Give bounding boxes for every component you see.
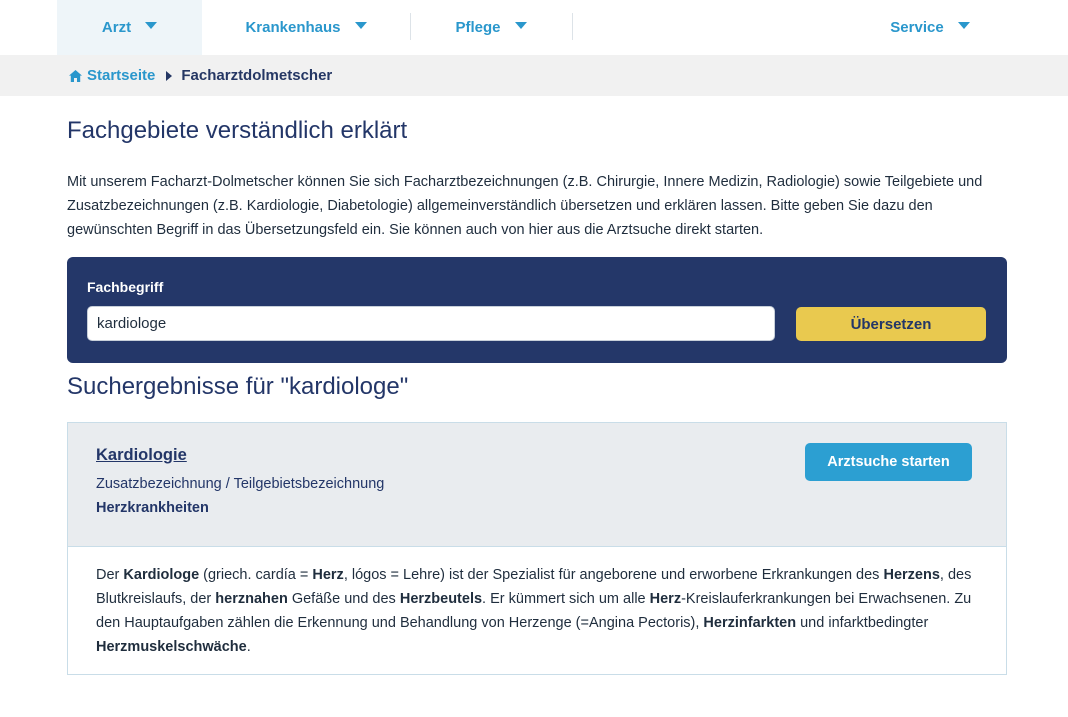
description-text: (griech. cardía = (199, 567, 313, 583)
description-emphasis: Herz (312, 567, 344, 583)
result-type: Zusatzbezeichnung / Teilgebietsbezeichnu… (96, 476, 385, 492)
description-text: Der (96, 567, 124, 583)
caret-down-icon (145, 22, 158, 29)
results-title: Suchergebnisse für "kardiologe" (67, 373, 409, 400)
description-emphasis: Kardiologe (123, 567, 200, 583)
nav-item-label: Krankenhaus (245, 19, 341, 36)
search-label: Fachbegriff (87, 279, 164, 295)
description-emphasis: Herz (649, 591, 682, 607)
description-text: . Er kümmert sich um alle (482, 591, 650, 607)
nav-item-label: Arzt (101, 19, 132, 36)
description-emphasis: Herzmuskelschwäche (96, 639, 247, 655)
search-input[interactable] (87, 306, 775, 341)
result-description: Der Kardiologe (griech. cardía = Herz, l… (96, 563, 976, 659)
description-emphasis: Herzinfarkten (703, 615, 797, 631)
breadcrumb-current: Facharztdolmetscher (181, 67, 333, 84)
intro-text: Mit unserem Facharzt-Dolmetscher können … (67, 174, 983, 238)
nav-item-arzt[interactable]: Arzt (57, 0, 202, 55)
nav-item-krankenhaus[interactable]: Krankenhaus (202, 0, 410, 55)
page-title: Fachgebiete verständlich erklärt (67, 117, 408, 144)
caret-down-icon (514, 22, 527, 29)
nav-item-service[interactable]: Service (860, 0, 1000, 55)
start-doctor-search-button[interactable]: Arztsuche starten (805, 443, 972, 481)
search-panel: Fachbegriff Übersetzen (67, 257, 1007, 363)
home-icon[interactable] (69, 69, 82, 82)
nav-item-pflege[interactable]: Pflege (410, 0, 572, 55)
nav-item-label: Service (890, 19, 944, 36)
caret-down-icon (957, 22, 970, 29)
translate-button[interactable]: Übersetzen (796, 307, 986, 341)
caret-down-icon (354, 22, 367, 29)
description-text: Gefäße und des (287, 591, 400, 607)
description-emphasis: Herzens (883, 567, 940, 583)
result-header: Kardiologie Zusatzbezeichnung / Teilgebi… (68, 423, 1006, 547)
chevron-right-icon (166, 70, 173, 81)
description-emphasis: herznahen (215, 591, 288, 607)
result-area: Herzkrankheiten (96, 500, 209, 516)
description-text: , lógos = Lehre) ist der Spezialist für … (343, 567, 884, 583)
nav-divider (572, 13, 573, 40)
result-card: Kardiologie Zusatzbezeichnung / Teilgebi… (67, 422, 1007, 675)
breadcrumb: Startseite Facharztdolmetscher (0, 55, 1068, 96)
breadcrumb-home-link[interactable]: Startseite (87, 67, 155, 84)
description-text: . (246, 639, 251, 655)
description-emphasis: Herzbeutels (399, 591, 483, 607)
description-text: und infarktbedingter (796, 615, 929, 631)
result-name-link[interactable]: Kardiologie (96, 446, 187, 465)
top-navigation: Arzt Krankenhaus Pflege Service (0, 0, 1068, 55)
nav-item-label: Pflege (455, 19, 501, 36)
